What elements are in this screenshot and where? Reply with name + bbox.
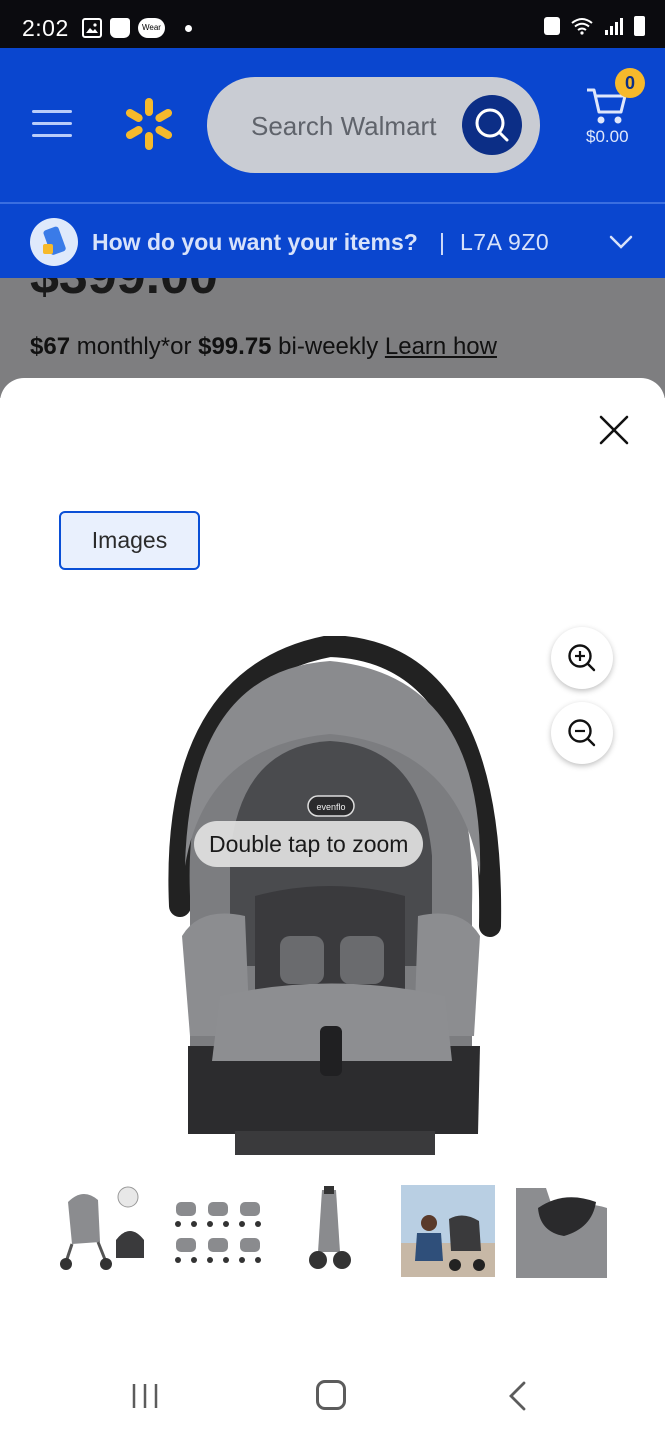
hamburger-menu-icon[interactable]: [32, 110, 72, 138]
recents-icon[interactable]: [131, 1382, 159, 1410]
product-brand-mark: evenflo: [316, 802, 345, 812]
gallery-icon: [82, 18, 102, 38]
cart-total: $0.00: [586, 127, 629, 146]
app-header: Search Walmart 0 $0.00: [0, 48, 665, 202]
image-viewer-sheet: Images evenflo Double tap to zoom: [0, 378, 665, 1340]
search-icon: [475, 108, 509, 142]
system-navigation-bar: [0, 1340, 665, 1440]
monthly-amount: $67: [30, 333, 71, 360]
zoom-out-button[interactable]: [551, 702, 613, 764]
zoom-in-icon: [568, 644, 596, 672]
wear-icon: Wear: [138, 18, 165, 38]
delivery-phone-icon: [30, 218, 78, 266]
zoom-out-icon: [568, 719, 596, 747]
status-icons-left: Wear: [82, 18, 192, 38]
status-icons-right: [544, 16, 645, 36]
status-bar: 2:02 Wear: [0, 0, 665, 48]
walmart-spark-icon[interactable]: [124, 98, 174, 150]
back-icon[interactable]: [506, 1380, 528, 1412]
battery-icon: [634, 16, 645, 36]
zoom-in-button[interactable]: [551, 627, 613, 689]
search-input[interactable]: Search Walmart: [251, 111, 436, 142]
biweekly-amount: $99.75: [198, 333, 272, 360]
thumbnail-canopy-detail[interactable]: [516, 1188, 607, 1278]
close-icon[interactable]: [598, 414, 630, 446]
chevron-down-icon[interactable]: [608, 230, 634, 254]
product-price: $399.00: [30, 278, 218, 306]
nfc-icon: [544, 17, 560, 35]
zoom-hint-tooltip: Double tap to zoom: [194, 821, 424, 867]
thumbnail-folded-stroller[interactable]: [300, 1182, 360, 1278]
shopping-bag-icon: [110, 18, 130, 38]
home-icon[interactable]: [316, 1380, 346, 1410]
thumbnail-stroller-with-car-seat[interactable]: [58, 1182, 148, 1278]
cart-button[interactable]: 0 $0.00: [583, 68, 653, 158]
wifi-icon: [571, 18, 593, 35]
postal-code: L7A 9Z0: [460, 229, 550, 255]
product-main-image[interactable]: evenflo: [160, 636, 510, 1158]
status-time: 2:02: [22, 15, 69, 41]
biweekly-text: bi-weekly: [271, 333, 385, 360]
search-bar[interactable]: Search Walmart: [207, 77, 540, 173]
signal-icon: [605, 18, 623, 35]
learn-how-link[interactable]: Learn how: [385, 333, 497, 360]
monthly-text: monthly*or: [70, 333, 199, 360]
payment-plan-text: $67 monthly*or $99.75 bi-weekly Learn ho…: [30, 333, 497, 361]
thumbnail-family-with-stroller[interactable]: [401, 1185, 495, 1277]
notification-dot-icon: [184, 24, 192, 32]
delivery-options-bar[interactable]: How do you want your items? | L7A 9Z0: [0, 202, 665, 278]
search-button[interactable]: [462, 95, 522, 155]
images-tab[interactable]: Images: [59, 511, 200, 570]
cart-count-badge: 0: [615, 68, 645, 98]
delivery-separator: |: [439, 229, 445, 255]
delivery-question: How do you want your items?: [92, 229, 418, 255]
thumbnail-stroller-configurations[interactable]: [168, 1182, 268, 1278]
